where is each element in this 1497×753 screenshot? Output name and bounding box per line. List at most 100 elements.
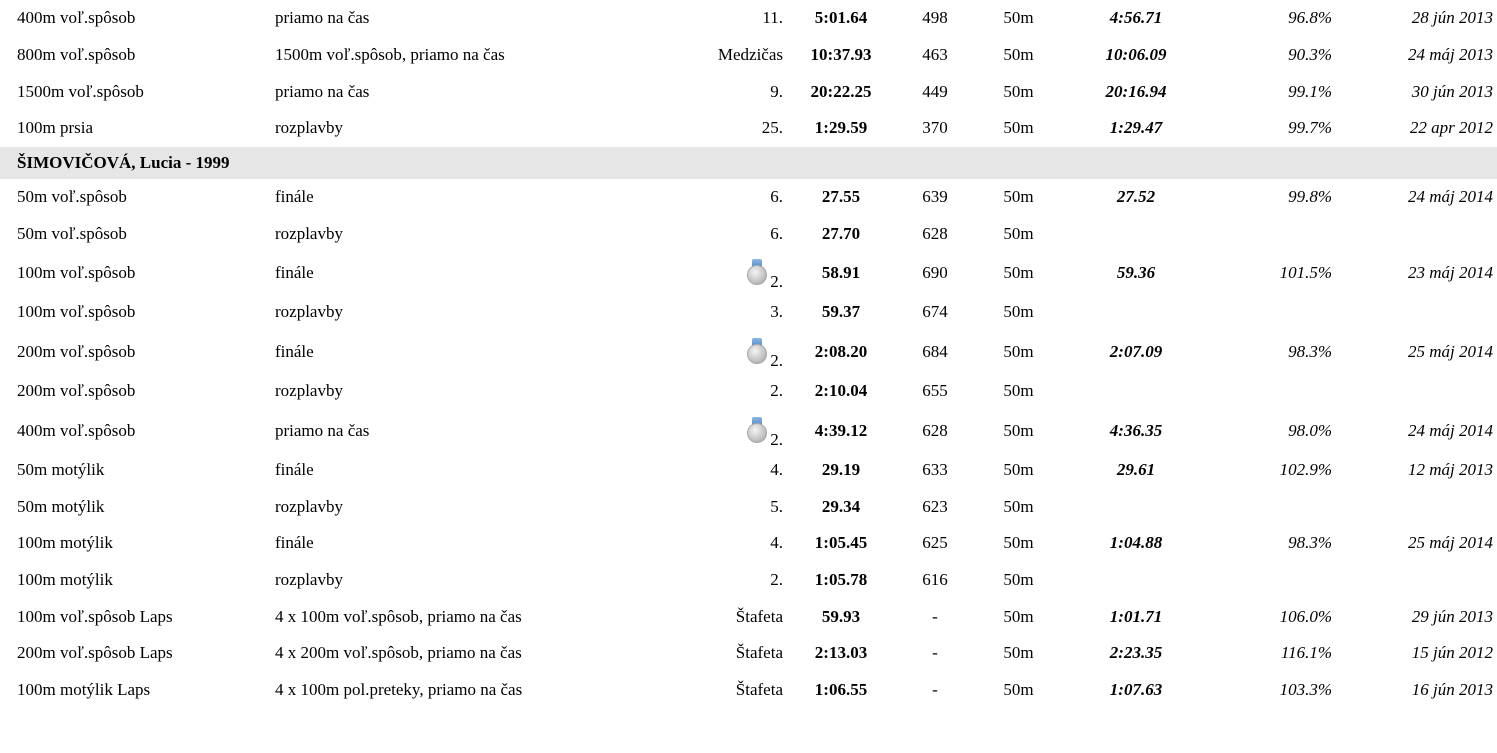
time-cell: 59.93 [821, 606, 861, 626]
time-cell: 5:01.64 [814, 8, 868, 28]
pool-cell: 50m [1003, 643, 1034, 663]
time-cell: 1:29.59 [814, 118, 868, 138]
round-cell: finále [275, 263, 314, 283]
points-cell: 463 [922, 45, 948, 65]
results-table: 400m voľ.spôsob priamo na čas 11. 5:01.64 49… [0, 0, 1497, 708]
points-cell: 639 [922, 187, 948, 207]
result-row: 50m motýlik rozplavby 5. 29.34 623 50m [0, 488, 1497, 525]
previous-swimmer-results: 400m voľ.spôsob priamo na čas 11. 5:01.64 49… [0, 0, 1497, 147]
time-cell: 58.91 [821, 263, 861, 283]
event-cell: 50m motýlik [17, 496, 105, 516]
time-cell: 27.55 [821, 187, 861, 207]
percent-cell: 96.8% [1288, 8, 1332, 28]
event-cell: 50m voľ.spôsob [17, 223, 127, 243]
pool-cell: 50m [1003, 420, 1034, 440]
date-cell: 24 máj 2014 [1408, 420, 1493, 440]
round-cell: finále [275, 187, 314, 207]
silver-medal-icon [746, 259, 768, 287]
percent-cell: 99.8% [1288, 187, 1332, 207]
points-cell: 655 [922, 381, 948, 401]
best-time-cell: 2:07.09 [1109, 341, 1163, 361]
place-cell: 3. [770, 302, 783, 322]
time-cell: 2:10.04 [814, 381, 868, 401]
time-cell: 20:22.25 [810, 81, 872, 101]
time-cell: 2:13.03 [814, 643, 868, 663]
round-cell: rozplavby [275, 496, 343, 516]
place-number: 2. [770, 350, 783, 370]
points-cell: 684 [922, 341, 948, 361]
result-row: 800m voľ.spôsob 1500m voľ.spôsob, priamo … [0, 37, 1497, 74]
percent-cell: 90.3% [1288, 45, 1332, 65]
date-cell: 15 jún 2012 [1411, 643, 1493, 663]
place-number: 2. [770, 429, 783, 449]
best-time-cell: 29.61 [1116, 459, 1156, 479]
percent-cell [1206, 294, 1354, 331]
time-cell: 1:05.78 [814, 569, 868, 589]
round-cell: priamo na čas [275, 8, 370, 28]
pool-cell: 50m [1003, 679, 1034, 699]
date-cell [1354, 488, 1497, 525]
pool-cell: 50m [1003, 606, 1034, 626]
event-cell: 400m voľ.spôsob [17, 8, 136, 28]
percent-cell: 98.0% [1288, 420, 1332, 440]
best-time-cell: 1:04.88 [1109, 533, 1163, 553]
time-cell: 10:37.93 [810, 45, 872, 65]
best-time-cell: 1:01.71 [1109, 606, 1163, 626]
best-time-cell [1066, 215, 1206, 252]
date-cell [1354, 294, 1497, 331]
points-cell: 370 [922, 118, 948, 138]
place-cell: 2. [770, 569, 783, 589]
date-cell [1354, 562, 1497, 599]
event-cell: 100m voľ.spôsob [17, 263, 136, 283]
points-cell: 449 [922, 81, 948, 101]
time-cell: 1:05.45 [814, 533, 868, 553]
result-row: 400m voľ.spôsob priamo na čas 11. 5:01.64 49… [0, 0, 1497, 37]
date-cell [1354, 373, 1497, 410]
percent-cell: 101.5% [1279, 263, 1332, 283]
pool-cell: 50m [1003, 533, 1034, 553]
place-cell: 2. [770, 381, 783, 401]
place-cell: 4. [770, 533, 783, 553]
place-cell: 6. [770, 223, 783, 243]
date-cell [1354, 215, 1497, 252]
round-cell: 4 x 100m pol.preteky, priamo na čas [275, 679, 523, 699]
swimmer-section: ŠIMOVIČOVÁ, Lucia - 1999 [0, 146, 1497, 179]
pool-cell: 50m [1003, 263, 1034, 283]
points-cell: - [932, 679, 938, 699]
event-cell: 50m motýlik [17, 459, 105, 479]
round-cell: finále [275, 533, 314, 553]
pool-cell: 50m [1003, 302, 1034, 322]
percent-cell: 99.7% [1288, 118, 1332, 138]
best-time-cell: 1:29.47 [1109, 118, 1163, 138]
event-cell: 100m motýlik Laps [17, 679, 151, 699]
round-cell: 4 x 100m voľ.spôsob, priamo na čas [275, 606, 522, 626]
best-time-cell: 10:06.09 [1105, 45, 1167, 65]
best-time-cell [1066, 373, 1206, 410]
place-cell: 2. [670, 410, 783, 452]
points-cell: 616 [922, 569, 948, 589]
best-time-cell: 1:07.63 [1109, 679, 1163, 699]
place-cell: Štafeta [735, 643, 783, 663]
swimmer-results: 50m voľ.spôsob finále 6. 27.55 639 50m 27.52 99… [0, 179, 1497, 709]
event-cell: 100m motýlik [17, 533, 113, 553]
swimmer-name[interactable]: ŠIMOVIČOVÁ, Lucia - 1999 [0, 146, 1497, 179]
pool-cell: 50m [1003, 118, 1034, 138]
best-time-cell: 27.52 [1116, 187, 1156, 207]
place-cell: 11. [762, 8, 783, 28]
best-time-cell: 20:16.94 [1105, 81, 1167, 101]
best-time-cell: 4:36.35 [1109, 420, 1163, 440]
date-cell: 12 máj 2013 [1408, 459, 1493, 479]
place-cell: 2. [670, 252, 783, 294]
event-cell: 100m motýlik [17, 569, 113, 589]
pool-cell: 50m [1003, 569, 1034, 589]
date-cell: 24 máj 2013 [1408, 45, 1493, 65]
event-cell: 200m voľ.spôsob [17, 341, 136, 361]
date-cell: 28 jún 2013 [1411, 8, 1493, 28]
points-cell: 625 [922, 533, 948, 553]
place-cell: Štafeta [735, 606, 783, 626]
best-time-cell [1066, 488, 1206, 525]
place-cell: 2. [670, 331, 783, 373]
place-cell: 25. [761, 118, 783, 138]
place-cell: 9. [770, 81, 783, 101]
best-time-cell [1066, 294, 1206, 331]
